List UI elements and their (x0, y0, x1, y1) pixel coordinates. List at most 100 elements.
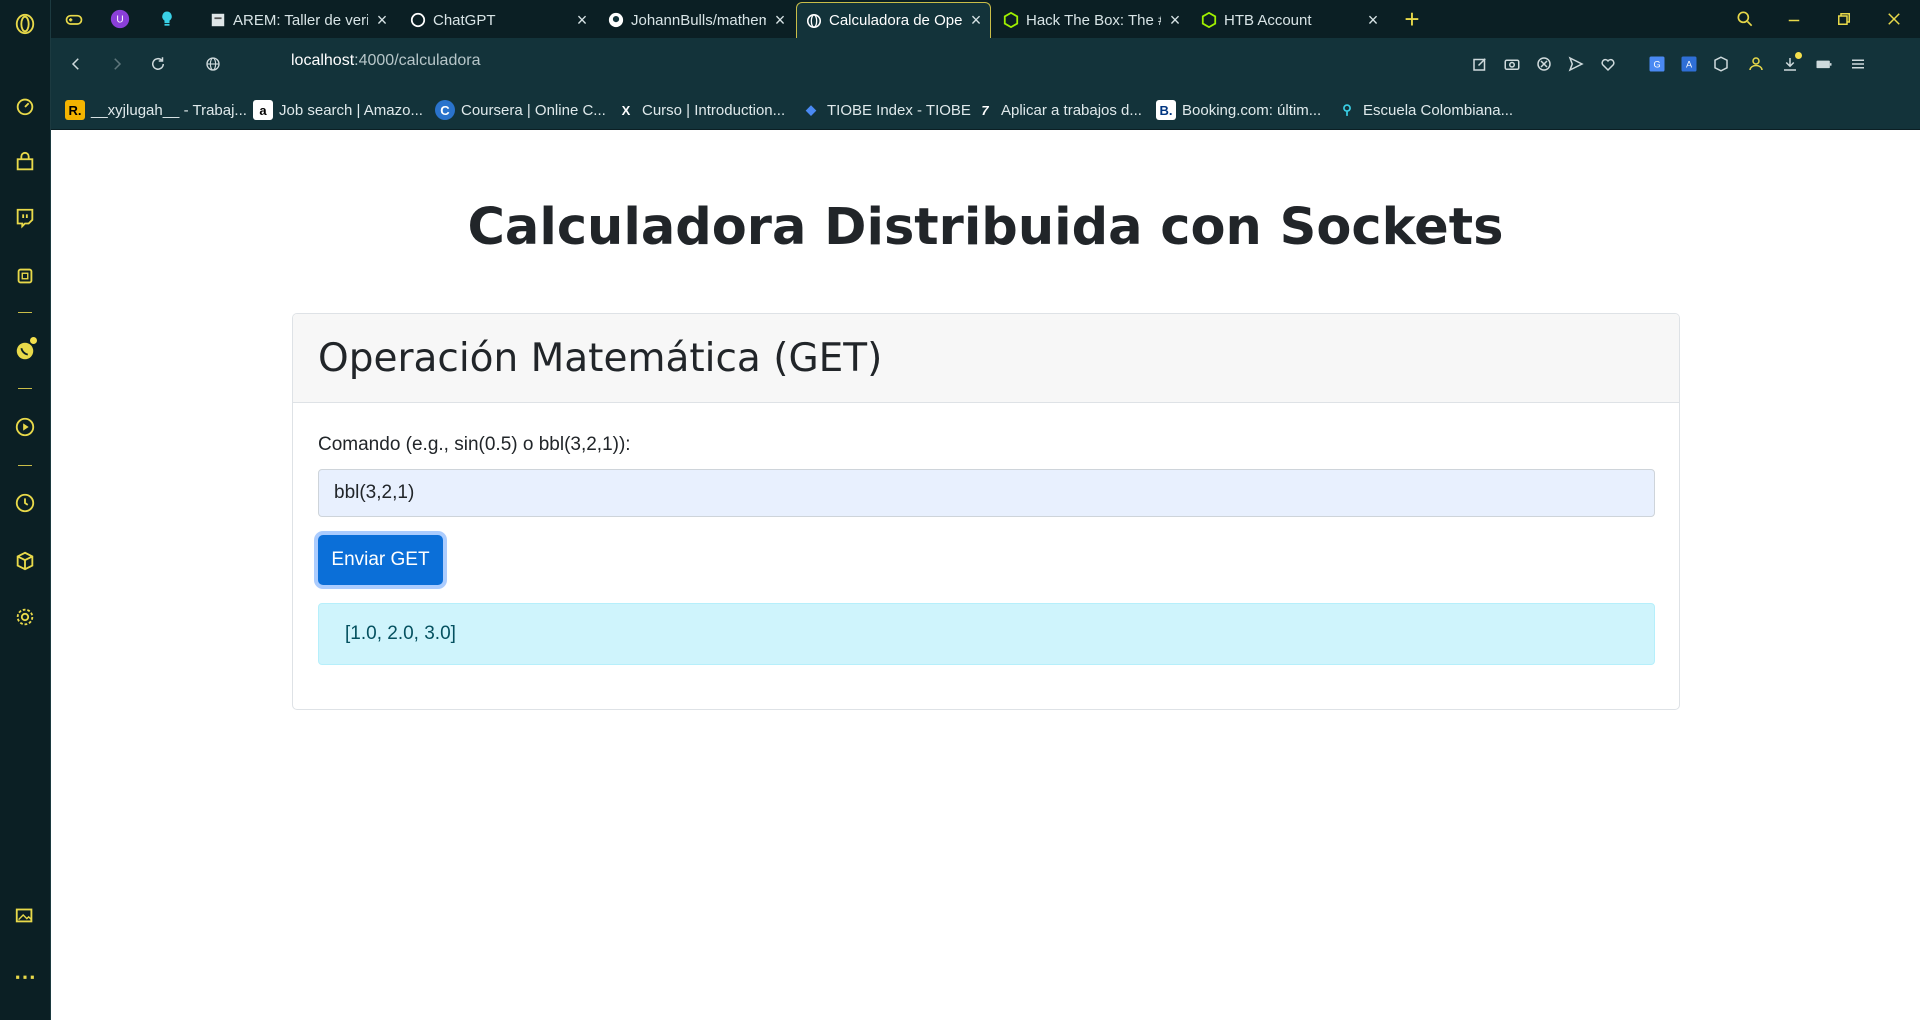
bookmark-item[interactable]: C Coursera | Online C... (435, 98, 606, 122)
edit-share-icon[interactable] (1467, 51, 1493, 77)
lightbulb-app-icon[interactable] (154, 6, 180, 32)
bookmark-item[interactable]: R. __xyjlugah__ - Trabaj... (65, 98, 247, 122)
svg-text:A: A (1686, 59, 1693, 69)
sidebar-divider (18, 312, 32, 313)
htb-cube-favicon-icon (1002, 11, 1020, 29)
reload-icon[interactable] (144, 50, 172, 78)
tab-title: AREM: Taller de verificació (233, 11, 368, 29)
extension-cube-icon[interactable] (1708, 51, 1734, 77)
adblock-icon[interactable] (1531, 51, 1557, 77)
battery-saver-icon[interactable] (1811, 51, 1837, 77)
close-tab-icon[interactable]: × (962, 10, 990, 31)
site-info-globe-icon[interactable] (199, 50, 227, 78)
bookmark-label: __xyjlugah__ - Trabaj... (91, 101, 247, 119)
close-tab-icon[interactable]: × (1161, 10, 1189, 31)
tab-chatgpt[interactable]: ChatGPT × (401, 2, 596, 38)
back-arrow-icon[interactable] (62, 50, 90, 78)
result-alert: [1.0, 2.0, 3.0] (318, 603, 1655, 665)
operation-card: Operación Matemática (GET) Comando (e.g.… (292, 313, 1680, 710)
translate-icon[interactable]: A (1676, 51, 1702, 77)
google-translate-icon[interactable]: G (1644, 51, 1670, 77)
chatgpt-favicon-icon (409, 11, 427, 29)
bookmark-favicon-icon: B. (1156, 100, 1176, 120)
twitch-icon[interactable] (11, 204, 39, 232)
tab-hackthebox[interactable]: Hack The Box: The #1 Cyb × (994, 2, 1189, 38)
opera-logo-icon[interactable] (11, 10, 39, 38)
tab-title: JohannBulls/mathematical (631, 11, 766, 29)
bookmark-item[interactable]: a Job search | Amazo... (253, 98, 423, 122)
history-icon[interactable] (11, 489, 39, 517)
whatsapp-icon[interactable] (11, 337, 39, 365)
forward-arrow-icon[interactable] (103, 50, 131, 78)
bookmark-favicon-icon: C (435, 100, 455, 120)
send-icon[interactable] (1563, 51, 1589, 77)
settings-gear-icon[interactable] (11, 603, 39, 631)
camera-icon[interactable] (1499, 51, 1525, 77)
easy-setup-icon[interactable] (1845, 51, 1871, 77)
bookmark-item[interactable]: ◆ TIOBE Index - TIOBE (801, 98, 971, 122)
game-controller-icon[interactable] (61, 6, 87, 32)
browser-sidebar: ⋯ (0, 0, 51, 1020)
bookmark-favicon-icon: a (253, 100, 273, 120)
player-icon[interactable] (11, 413, 39, 441)
github-favicon-icon (607, 11, 625, 29)
vpn-shield-icon[interactable]: U (107, 6, 133, 32)
shopping-bag-icon[interactable] (11, 148, 39, 176)
search-tabs-icon[interactable] (1729, 4, 1761, 34)
more-options-icon[interactable]: ⋯ (11, 963, 39, 991)
gallery-icon[interactable] (11, 901, 39, 929)
url-path: :4000/calculadora (354, 52, 481, 69)
extensions-cube-icon[interactable] (11, 547, 39, 575)
download-badge (1795, 52, 1802, 59)
sidebar-divider (18, 388, 32, 389)
close-tab-icon[interactable]: × (568, 10, 596, 31)
svg-text:U: U (116, 15, 123, 26)
bookmark-favicon-icon: X (621, 102, 631, 118)
bookmark-label: TIOBE Index - TIOBE (827, 101, 971, 119)
bookmark-item[interactable]: ⚲ Escuela Colombiana... (1337, 98, 1513, 122)
notification-dot (30, 337, 37, 344)
download-icon[interactable] (1777, 51, 1803, 77)
document-favicon-icon (209, 11, 227, 29)
tab-calculadora[interactable]: Calculadora de Operacion × (796, 2, 991, 38)
tab-github[interactable]: JohannBulls/mathematical × (599, 2, 794, 38)
bookmark-favicon-icon: R. (65, 100, 85, 120)
speedometer-icon[interactable] (11, 92, 39, 120)
tab-title: Hack The Box: The #1 Cyb (1026, 11, 1161, 29)
bookmark-favicon-icon: ⚲ (1342, 102, 1352, 117)
address-bar: localhost:4000/calculadora G A (51, 38, 1920, 90)
close-tab-icon[interactable]: × (766, 10, 794, 31)
bookmark-item[interactable]: B. Booking.com: últim... (1156, 98, 1321, 122)
new-tab-plus-icon[interactable]: + (1396, 4, 1428, 34)
tab-htb-account[interactable]: HTB Account × (1192, 2, 1387, 38)
command-input[interactable] (318, 469, 1655, 517)
bookmark-item[interactable]: 7 Aplicar a trabajos d... (975, 98, 1142, 122)
htb-cube-favicon-icon (1200, 11, 1218, 29)
tab-arem[interactable]: AREM: Taller de verificació × (201, 2, 396, 38)
bookmark-label: Escuela Colombiana... (1363, 101, 1514, 119)
close-tab-icon[interactable]: × (1359, 10, 1387, 31)
restore-window-icon[interactable] (1828, 4, 1860, 34)
bookmarks-bar: R. __xyjlugah__ - Trabaj... a Job search |… (51, 90, 1920, 130)
bookmark-item[interactable]: X Curso | Introduction... (616, 98, 785, 122)
minimize-window-icon[interactable] (1778, 4, 1810, 34)
card-header: Operación Matemática (GET) (293, 314, 1679, 403)
bookmark-favicon-icon: ◆ (806, 102, 816, 117)
close-window-icon[interactable] (1878, 4, 1910, 34)
page-content: Calculadora Distribuida con Sockets Oper… (51, 130, 1920, 1020)
close-tab-icon[interactable]: × (368, 10, 396, 31)
heart-icon[interactable] (1595, 51, 1621, 77)
bookmark-label: Booking.com: últim... (1182, 101, 1322, 119)
send-get-button[interactable]: Enviar GET (318, 535, 443, 585)
tab-title: HTB Account (1224, 11, 1312, 29)
url-field[interactable]: localhost:4000/calculadora (291, 52, 480, 70)
sidebar-divider (18, 465, 32, 466)
profile-icon[interactable] (1743, 51, 1769, 77)
bookmark-favicon-icon: 7 (981, 102, 989, 118)
page-title: Calculadora Distribuida con Sockets (467, 198, 1504, 257)
bookmark-label: Aplicar a trabajos d... (1001, 101, 1142, 119)
url-host: localhost (291, 52, 355, 69)
command-label: Comando (e.g., sin(0.5) o bbl(3,2,1)): (318, 434, 631, 455)
globe-favicon-icon (805, 12, 823, 30)
ai-chip-icon[interactable] (11, 262, 39, 290)
